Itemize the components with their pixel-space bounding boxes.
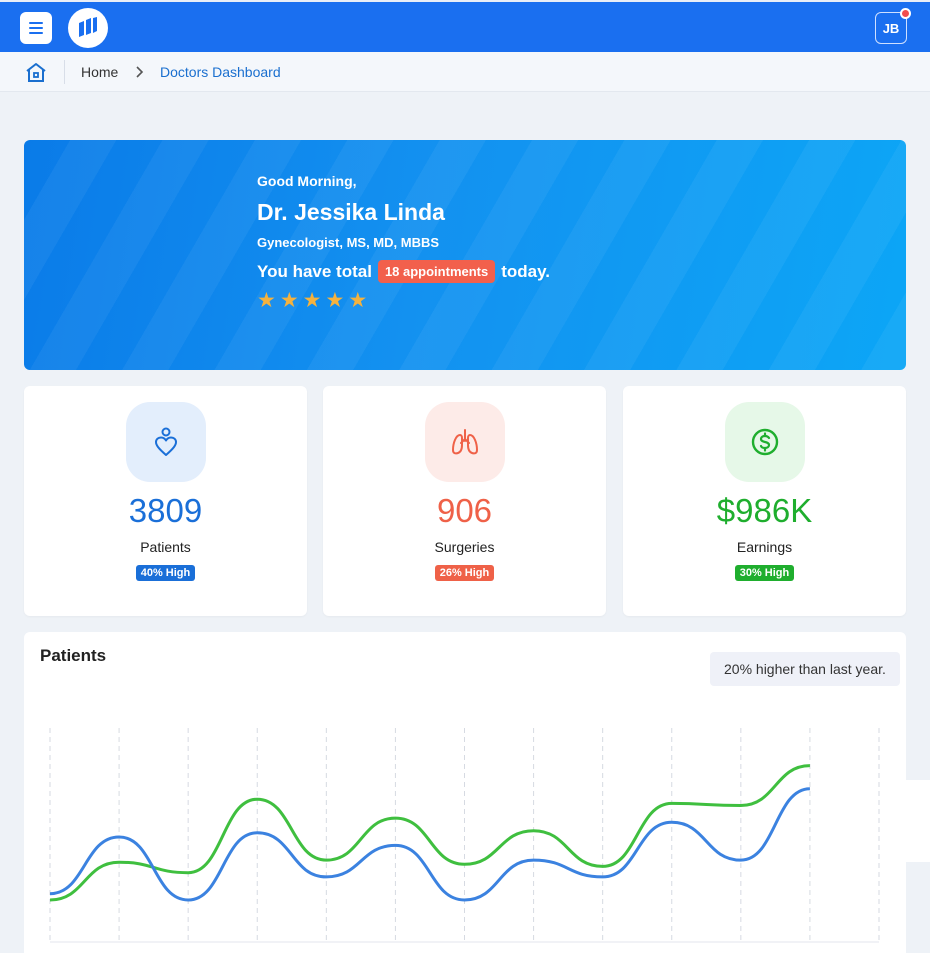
appointments-badge[interactable]: 18 appointments <box>377 260 496 283</box>
stat-value: 3809 <box>128 492 203 529</box>
hamburger-icon <box>29 22 43 34</box>
heart-person-icon <box>126 402 206 482</box>
patients-chart-card: Patients 20% higher than last year. <box>24 632 906 953</box>
stat-badge: 26% High <box>434 565 495 581</box>
star-icon: ★ <box>325 289 345 312</box>
stat-label: Surgeries <box>434 539 495 555</box>
avatar-initials: JB <box>882 20 900 36</box>
chart-title: Patients <box>40 646 107 665</box>
stat-value: $986K <box>716 492 813 529</box>
stat-badge: 40% High <box>135 565 196 581</box>
stat-badge: 30% High <box>734 565 795 581</box>
user-avatar[interactable]: JB <box>875 8 911 44</box>
breadcrumb-divider <box>64 60 65 84</box>
doctor-specialty: Gynecologist, MS, MD, MBBS <box>257 235 440 250</box>
stat-label: Patients <box>140 539 191 555</box>
chevron-right-icon <box>133 65 147 79</box>
stat-value: 906 <box>436 492 493 529</box>
greeting-text: Good Morning, <box>257 173 357 189</box>
hospital-logo-icon[interactable] <box>68 8 108 48</box>
star-icon: ★ <box>257 289 276 312</box>
stat-label: Earnings <box>736 539 793 555</box>
welcome-banner: Good Morning, Dr. Jessika Linda Gynecolo… <box>24 140 906 370</box>
breadcrumb-home[interactable]: Home <box>81 64 118 80</box>
star-icon: ★ <box>279 289 299 312</box>
appointments-summary: You have total 18 appointments today. <box>257 260 550 283</box>
breadcrumb-current: Doctors Dashboard <box>160 64 281 80</box>
chart-tooltip: 20% higher than last year. <box>710 652 900 686</box>
breadcrumb: Home Doctors Dashboard <box>0 52 930 92</box>
home-icon[interactable] <box>24 61 48 83</box>
notification-dot <box>900 8 911 19</box>
menu-button[interactable] <box>20 12 52 44</box>
appointments-prefix: You have total <box>257 261 372 281</box>
appointments-suffix: today. <box>501 261 551 281</box>
star-icon: ★ <box>302 289 322 312</box>
top-navbar: JB <box>0 0 930 52</box>
rating-stars: ★ ★ ★ ★ ★ <box>257 290 367 311</box>
stat-card-earnings[interactable]: $986K Earnings 30% High <box>623 386 906 616</box>
star-icon: ★ <box>348 289 368 312</box>
side-panel-tab[interactable] <box>905 780 930 862</box>
stat-card-surgeries[interactable]: 906 Surgeries 26% High <box>323 386 606 616</box>
stat-card-patients[interactable]: 3809 Patients 40% High <box>24 386 307 616</box>
lungs-icon <box>425 402 505 482</box>
doctor-name: Dr. Jessika Linda <box>257 199 445 225</box>
dollar-circle-icon <box>725 402 805 482</box>
